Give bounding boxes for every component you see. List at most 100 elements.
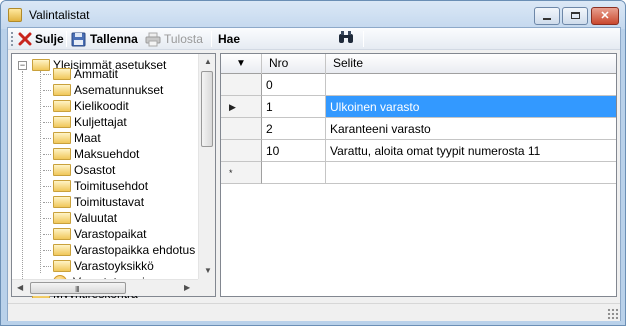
scroll-left-icon[interactable]: ◀ xyxy=(17,283,23,292)
tree-item-toimitusehdot[interactable]: Toimitusehdot xyxy=(43,178,148,194)
tree-line xyxy=(22,71,23,291)
tree-horizontal-scrollbar[interactable]: ◀ III ▶ xyxy=(12,279,198,296)
tree-item-label: Maat xyxy=(74,131,101,145)
row-header-current-icon[interactable]: ▶ xyxy=(221,96,262,118)
cell-selite[interactable]: Varattu, aloita omat tyypit numerosta 11 xyxy=(326,140,616,162)
tree-item-label: Varastoyksikkö xyxy=(74,259,154,273)
tree-branch-line xyxy=(43,249,51,251)
row-header[interactable] xyxy=(221,74,262,96)
folder-icon xyxy=(53,132,71,144)
scroll-thumb[interactable] xyxy=(201,71,213,147)
filter-icon[interactable]: ▼ xyxy=(221,54,262,74)
close-button[interactable]: Sulje xyxy=(18,31,64,47)
cell-nro[interactable]: 2 xyxy=(262,118,326,140)
tree-item-varastoyksikko[interactable]: Varastoyksikkö xyxy=(43,258,154,274)
table-row[interactable]: 0 xyxy=(221,74,616,96)
tree-item-kuljettajat[interactable]: Kuljettajat xyxy=(43,114,127,130)
folder-icon xyxy=(53,148,71,160)
cell-nro[interactable] xyxy=(262,162,326,184)
cell-selite[interactable]: Karanteeni varasto xyxy=(326,118,616,140)
settings-tree[interactable]: − Yleisimmät asetukset Ammatit Asematunn… xyxy=(11,53,216,298)
minimize-icon xyxy=(543,18,551,20)
print-button[interactable]: Tulosta xyxy=(145,31,203,47)
maximize-button[interactable] xyxy=(562,7,588,25)
tree-item-label: Varastopaikka ehdotus xyxy=(74,243,196,257)
tree-item-asematunnukset[interactable]: Asematunnukset xyxy=(43,82,163,98)
printer-icon xyxy=(145,32,161,46)
column-header-nro[interactable]: Nro xyxy=(262,54,326,74)
tree-item-osastot[interactable]: Osastot xyxy=(43,162,115,178)
toolbar-separator xyxy=(363,31,364,47)
scroll-thumb[interactable]: III xyxy=(30,282,126,294)
folder-icon xyxy=(53,212,71,224)
minimize-button[interactable] xyxy=(534,7,560,25)
tree-item-valuutat[interactable]: Valuutat xyxy=(43,210,117,226)
title-bar[interactable]: Valintalistat ✕ xyxy=(1,1,625,29)
tree-item-varastopaikat[interactable]: Varastopaikat xyxy=(43,226,147,242)
folder-icon xyxy=(53,244,71,256)
row-header[interactable] xyxy=(221,140,262,162)
close-button-label: Sulje xyxy=(35,32,64,46)
toolbar-separator xyxy=(211,31,212,47)
tree-vertical-scrollbar[interactable]: ▲ ▼ xyxy=(198,54,215,279)
scroll-right-icon[interactable]: ▶ xyxy=(184,283,190,292)
cell-selite[interactable] xyxy=(326,74,616,96)
data-grid[interactable]: ▼ Nro Selite 0 ▶ 1 Ulkoinen varasto 2 Ka… xyxy=(220,53,617,297)
search-label: Hae xyxy=(218,32,241,46)
column-header-selite[interactable]: Selite xyxy=(326,54,616,74)
print-button-label: Tulosta xyxy=(164,32,203,46)
tree-collapse-icon[interactable]: − xyxy=(18,61,27,70)
close-window-button[interactable]: ✕ xyxy=(591,7,619,25)
close-x-icon xyxy=(18,32,32,46)
tree-item-varastopaikka-ehdotus[interactable]: Varastopaikka ehdotus xyxy=(43,242,195,258)
new-row-icon[interactable]: * xyxy=(221,162,262,184)
tree-branch-line xyxy=(43,185,51,187)
close-icon: ✕ xyxy=(600,10,610,22)
app-window: Valintalistat ✕ Sulje Tallenna Tulosta H… xyxy=(0,0,626,326)
tree-item-ammatit[interactable]: Ammatit xyxy=(43,66,118,82)
tree-branch-line xyxy=(43,89,51,91)
tree-branch-line xyxy=(43,121,51,123)
tree-item-label: Osastot xyxy=(74,163,116,177)
table-row[interactable]: 10 Varattu, aloita omat tyypit numerosta… xyxy=(221,140,616,162)
tree-branch-line xyxy=(43,169,51,171)
tree-item-maat[interactable]: Maat xyxy=(43,130,101,146)
table-row-selected[interactable]: ▶ 1 Ulkoinen varasto xyxy=(221,96,616,118)
tree-item-toimitustavat[interactable]: Toimitustavat xyxy=(43,194,144,210)
scroll-down-icon[interactable]: ▼ xyxy=(204,266,212,275)
tree-branch-line xyxy=(43,73,51,75)
tree-branch-line xyxy=(43,137,51,139)
tree-branch-line xyxy=(43,217,51,219)
toolbar-separator xyxy=(66,31,67,47)
tree-item-label: Valuutat xyxy=(74,211,118,225)
cell-selite[interactable]: Ulkoinen varasto xyxy=(326,96,616,118)
tree-item-kielikoodit[interactable]: Kielikoodit xyxy=(43,98,129,114)
row-header[interactable] xyxy=(221,118,262,140)
scroll-up-icon[interactable]: ▲ xyxy=(204,57,212,66)
app-icon xyxy=(8,8,22,22)
tree-item-label: Kielikoodit xyxy=(74,99,129,113)
tree-item-label: Kuljettajat xyxy=(74,115,127,129)
folder-icon xyxy=(53,260,71,272)
scroll-grip-icon: III xyxy=(75,285,80,294)
save-button[interactable]: Tallenna xyxy=(71,31,138,47)
toolbar-grip-icon[interactable] xyxy=(11,32,13,46)
folder-icon xyxy=(53,228,71,240)
grid-header: ▼ Nro Selite xyxy=(221,54,616,74)
scroll-corner xyxy=(198,279,215,296)
resize-grip-icon[interactable] xyxy=(607,308,618,319)
cell-selite[interactable] xyxy=(326,162,616,184)
window-title: Valintalistat xyxy=(29,8,90,22)
cell-nro[interactable]: 0 xyxy=(262,74,326,96)
status-bar xyxy=(8,303,620,321)
table-row[interactable]: 2 Karanteeni varasto xyxy=(221,118,616,140)
binoculars-search-icon[interactable] xyxy=(338,31,354,45)
client-area: Sulje Tallenna Tulosta Hae − Yleisimmät … xyxy=(7,27,621,321)
tree-item-maksuehdot[interactable]: Maksuehdot xyxy=(43,146,139,162)
table-row-new[interactable]: * xyxy=(221,162,616,184)
cell-nro[interactable]: 10 xyxy=(262,140,326,162)
cell-nro[interactable]: 1 xyxy=(262,96,326,118)
tree-item-label: Varastopaikat xyxy=(74,227,147,241)
tree-branch-line xyxy=(43,105,51,107)
folder-icon xyxy=(53,116,71,128)
